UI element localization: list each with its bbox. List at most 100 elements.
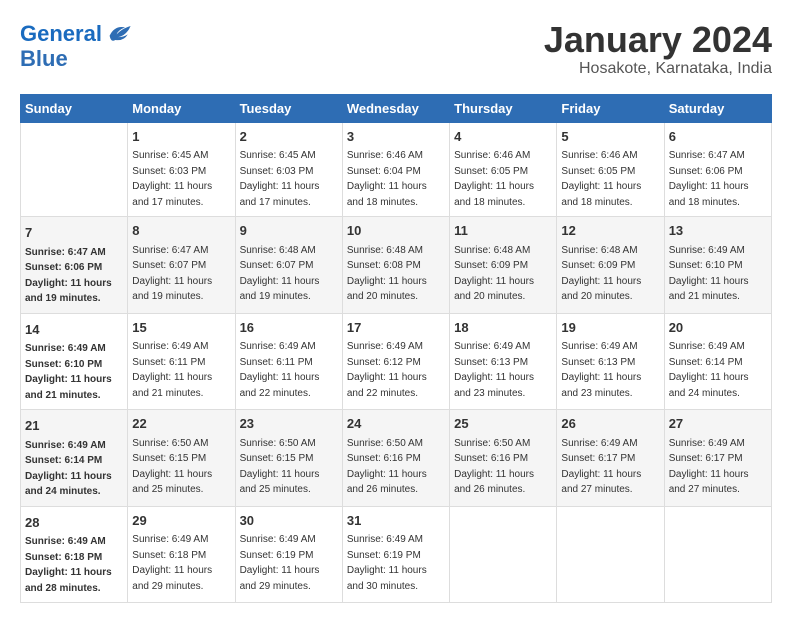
- day-detail: Sunrise: 6:49 AM Sunset: 6:19 PM Dayligh…: [347, 532, 445, 594]
- logo-bird-icon: [104, 20, 132, 48]
- day-detail: Sunrise: 6:45 AM Sunset: 6:03 PM Dayligh…: [240, 148, 338, 210]
- day-detail: Sunrise: 6:50 AM Sunset: 6:16 PM Dayligh…: [454, 436, 552, 498]
- calendar-cell: 9Sunrise: 6:48 AM Sunset: 6:07 PM Daylig…: [235, 217, 342, 314]
- calendar-cell: 23Sunrise: 6:50 AM Sunset: 6:15 PM Dayli…: [235, 410, 342, 507]
- calendar-cell: 31Sunrise: 6:49 AM Sunset: 6:19 PM Dayli…: [342, 506, 449, 603]
- weekday-header-saturday: Saturday: [664, 94, 771, 122]
- day-detail: Sunrise: 6:48 AM Sunset: 6:08 PM Dayligh…: [347, 243, 445, 305]
- day-detail: Sunrise: 6:47 AM Sunset: 6:07 PM Dayligh…: [132, 243, 230, 305]
- day-number: 13: [669, 221, 767, 241]
- day-detail: Sunrise: 6:46 AM Sunset: 6:05 PM Dayligh…: [561, 148, 659, 210]
- weekday-header-monday: Monday: [128, 94, 235, 122]
- weekday-header-sunday: Sunday: [21, 94, 128, 122]
- calendar-cell: 1Sunrise: 6:45 AM Sunset: 6:03 PM Daylig…: [128, 122, 235, 217]
- day-detail: Sunrise: 6:48 AM Sunset: 6:07 PM Dayligh…: [240, 243, 338, 305]
- day-number: 7: [25, 223, 123, 243]
- calendar-header-row: SundayMondayTuesdayWednesdayThursdayFrid…: [21, 94, 772, 122]
- day-detail: Sunrise: 6:49 AM Sunset: 6:14 PM Dayligh…: [669, 339, 767, 401]
- day-detail: Sunrise: 6:47 AM Sunset: 6:06 PM Dayligh…: [669, 148, 767, 210]
- day-number: 16: [240, 318, 338, 338]
- logo-blue-text: Blue: [20, 46, 68, 71]
- calendar-week-row: 1Sunrise: 6:45 AM Sunset: 6:03 PM Daylig…: [21, 122, 772, 217]
- weekday-header-friday: Friday: [557, 94, 664, 122]
- day-number: 28: [25, 513, 123, 533]
- day-detail: Sunrise: 6:48 AM Sunset: 6:09 PM Dayligh…: [561, 243, 659, 305]
- calendar-cell: 13Sunrise: 6:49 AM Sunset: 6:10 PM Dayli…: [664, 217, 771, 314]
- day-number: 3: [347, 127, 445, 147]
- day-number: 18: [454, 318, 552, 338]
- calendar-cell: 16Sunrise: 6:49 AM Sunset: 6:11 PM Dayli…: [235, 313, 342, 410]
- day-detail: Sunrise: 6:49 AM Sunset: 6:11 PM Dayligh…: [240, 339, 338, 401]
- day-detail: Sunrise: 6:49 AM Sunset: 6:13 PM Dayligh…: [454, 339, 552, 401]
- day-number: 29: [132, 511, 230, 531]
- calendar-cell: 14Sunrise: 6:49 AM Sunset: 6:10 PM Dayli…: [21, 313, 128, 410]
- day-detail: Sunrise: 6:49 AM Sunset: 6:11 PM Dayligh…: [132, 339, 230, 401]
- calendar-week-row: 7Sunrise: 6:47 AM Sunset: 6:06 PM Daylig…: [21, 217, 772, 314]
- calendar-cell: 10Sunrise: 6:48 AM Sunset: 6:08 PM Dayli…: [342, 217, 449, 314]
- day-detail: Sunrise: 6:48 AM Sunset: 6:09 PM Dayligh…: [454, 243, 552, 305]
- day-detail: Sunrise: 6:49 AM Sunset: 6:19 PM Dayligh…: [240, 532, 338, 594]
- calendar-cell: 19Sunrise: 6:49 AM Sunset: 6:13 PM Dayli…: [557, 313, 664, 410]
- logo: General Blue: [20, 20, 132, 71]
- day-detail: Sunrise: 6:49 AM Sunset: 6:12 PM Dayligh…: [347, 339, 445, 401]
- calendar-cell: 22Sunrise: 6:50 AM Sunset: 6:15 PM Dayli…: [128, 410, 235, 507]
- calendar-cell: 6Sunrise: 6:47 AM Sunset: 6:06 PM Daylig…: [664, 122, 771, 217]
- weekday-header-thursday: Thursday: [450, 94, 557, 122]
- day-detail: Sunrise: 6:49 AM Sunset: 6:13 PM Dayligh…: [561, 339, 659, 401]
- calendar-week-row: 14Sunrise: 6:49 AM Sunset: 6:10 PM Dayli…: [21, 313, 772, 410]
- calendar-cell: 20Sunrise: 6:49 AM Sunset: 6:14 PM Dayli…: [664, 313, 771, 410]
- calendar-cell: 7Sunrise: 6:47 AM Sunset: 6:06 PM Daylig…: [21, 217, 128, 314]
- day-number: 5: [561, 127, 659, 147]
- day-detail: Sunrise: 6:49 AM Sunset: 6:17 PM Dayligh…: [561, 436, 659, 498]
- calendar-cell: 5Sunrise: 6:46 AM Sunset: 6:05 PM Daylig…: [557, 122, 664, 217]
- calendar-cell: [21, 122, 128, 217]
- calendar-cell: 4Sunrise: 6:46 AM Sunset: 6:05 PM Daylig…: [450, 122, 557, 217]
- calendar-cell: 26Sunrise: 6:49 AM Sunset: 6:17 PM Dayli…: [557, 410, 664, 507]
- calendar-cell: 27Sunrise: 6:49 AM Sunset: 6:17 PM Dayli…: [664, 410, 771, 507]
- calendar-cell: 11Sunrise: 6:48 AM Sunset: 6:09 PM Dayli…: [450, 217, 557, 314]
- calendar-table: SundayMondayTuesdayWednesdayThursdayFrid…: [20, 94, 772, 604]
- day-number: 15: [132, 318, 230, 338]
- day-detail: Sunrise: 6:46 AM Sunset: 6:04 PM Dayligh…: [347, 148, 445, 210]
- day-number: 17: [347, 318, 445, 338]
- day-number: 25: [454, 414, 552, 434]
- day-number: 6: [669, 127, 767, 147]
- calendar-cell: 28Sunrise: 6:49 AM Sunset: 6:18 PM Dayli…: [21, 506, 128, 603]
- calendar-cell: 25Sunrise: 6:50 AM Sunset: 6:16 PM Dayli…: [450, 410, 557, 507]
- day-number: 30: [240, 511, 338, 531]
- day-number: 24: [347, 414, 445, 434]
- weekday-header-tuesday: Tuesday: [235, 94, 342, 122]
- page-header: General Blue January 2024 Hosakote, Karn…: [20, 20, 772, 78]
- location-title: Hosakote, Karnataka, India: [544, 60, 772, 78]
- calendar-cell: 17Sunrise: 6:49 AM Sunset: 6:12 PM Dayli…: [342, 313, 449, 410]
- logo-text: General: [20, 23, 102, 45]
- day-detail: Sunrise: 6:49 AM Sunset: 6:14 PM Dayligh…: [25, 438, 123, 500]
- day-detail: Sunrise: 6:46 AM Sunset: 6:05 PM Dayligh…: [454, 148, 552, 210]
- calendar-week-row: 28Sunrise: 6:49 AM Sunset: 6:18 PM Dayli…: [21, 506, 772, 603]
- day-detail: Sunrise: 6:49 AM Sunset: 6:18 PM Dayligh…: [132, 532, 230, 594]
- day-number: 14: [25, 320, 123, 340]
- day-detail: Sunrise: 6:49 AM Sunset: 6:10 PM Dayligh…: [25, 341, 123, 403]
- day-detail: Sunrise: 6:50 AM Sunset: 6:15 PM Dayligh…: [240, 436, 338, 498]
- day-detail: Sunrise: 6:49 AM Sunset: 6:10 PM Dayligh…: [669, 243, 767, 305]
- calendar-cell: 21Sunrise: 6:49 AM Sunset: 6:14 PM Dayli…: [21, 410, 128, 507]
- day-number: 31: [347, 511, 445, 531]
- month-title: January 2024: [544, 20, 772, 60]
- calendar-cell: 30Sunrise: 6:49 AM Sunset: 6:19 PM Dayli…: [235, 506, 342, 603]
- day-detail: Sunrise: 6:50 AM Sunset: 6:15 PM Dayligh…: [132, 436, 230, 498]
- day-detail: Sunrise: 6:49 AM Sunset: 6:18 PM Dayligh…: [25, 534, 123, 596]
- weekday-header-wednesday: Wednesday: [342, 94, 449, 122]
- day-number: 9: [240, 221, 338, 241]
- day-number: 22: [132, 414, 230, 434]
- day-number: 23: [240, 414, 338, 434]
- calendar-week-row: 21Sunrise: 6:49 AM Sunset: 6:14 PM Dayli…: [21, 410, 772, 507]
- logo-general: General: [20, 21, 102, 46]
- calendar-cell: 3Sunrise: 6:46 AM Sunset: 6:04 PM Daylig…: [342, 122, 449, 217]
- calendar-cell: [557, 506, 664, 603]
- day-detail: Sunrise: 6:49 AM Sunset: 6:17 PM Dayligh…: [669, 436, 767, 498]
- day-detail: Sunrise: 6:50 AM Sunset: 6:16 PM Dayligh…: [347, 436, 445, 498]
- calendar-cell: [450, 506, 557, 603]
- day-number: 21: [25, 416, 123, 436]
- day-number: 4: [454, 127, 552, 147]
- calendar-cell: 15Sunrise: 6:49 AM Sunset: 6:11 PM Dayli…: [128, 313, 235, 410]
